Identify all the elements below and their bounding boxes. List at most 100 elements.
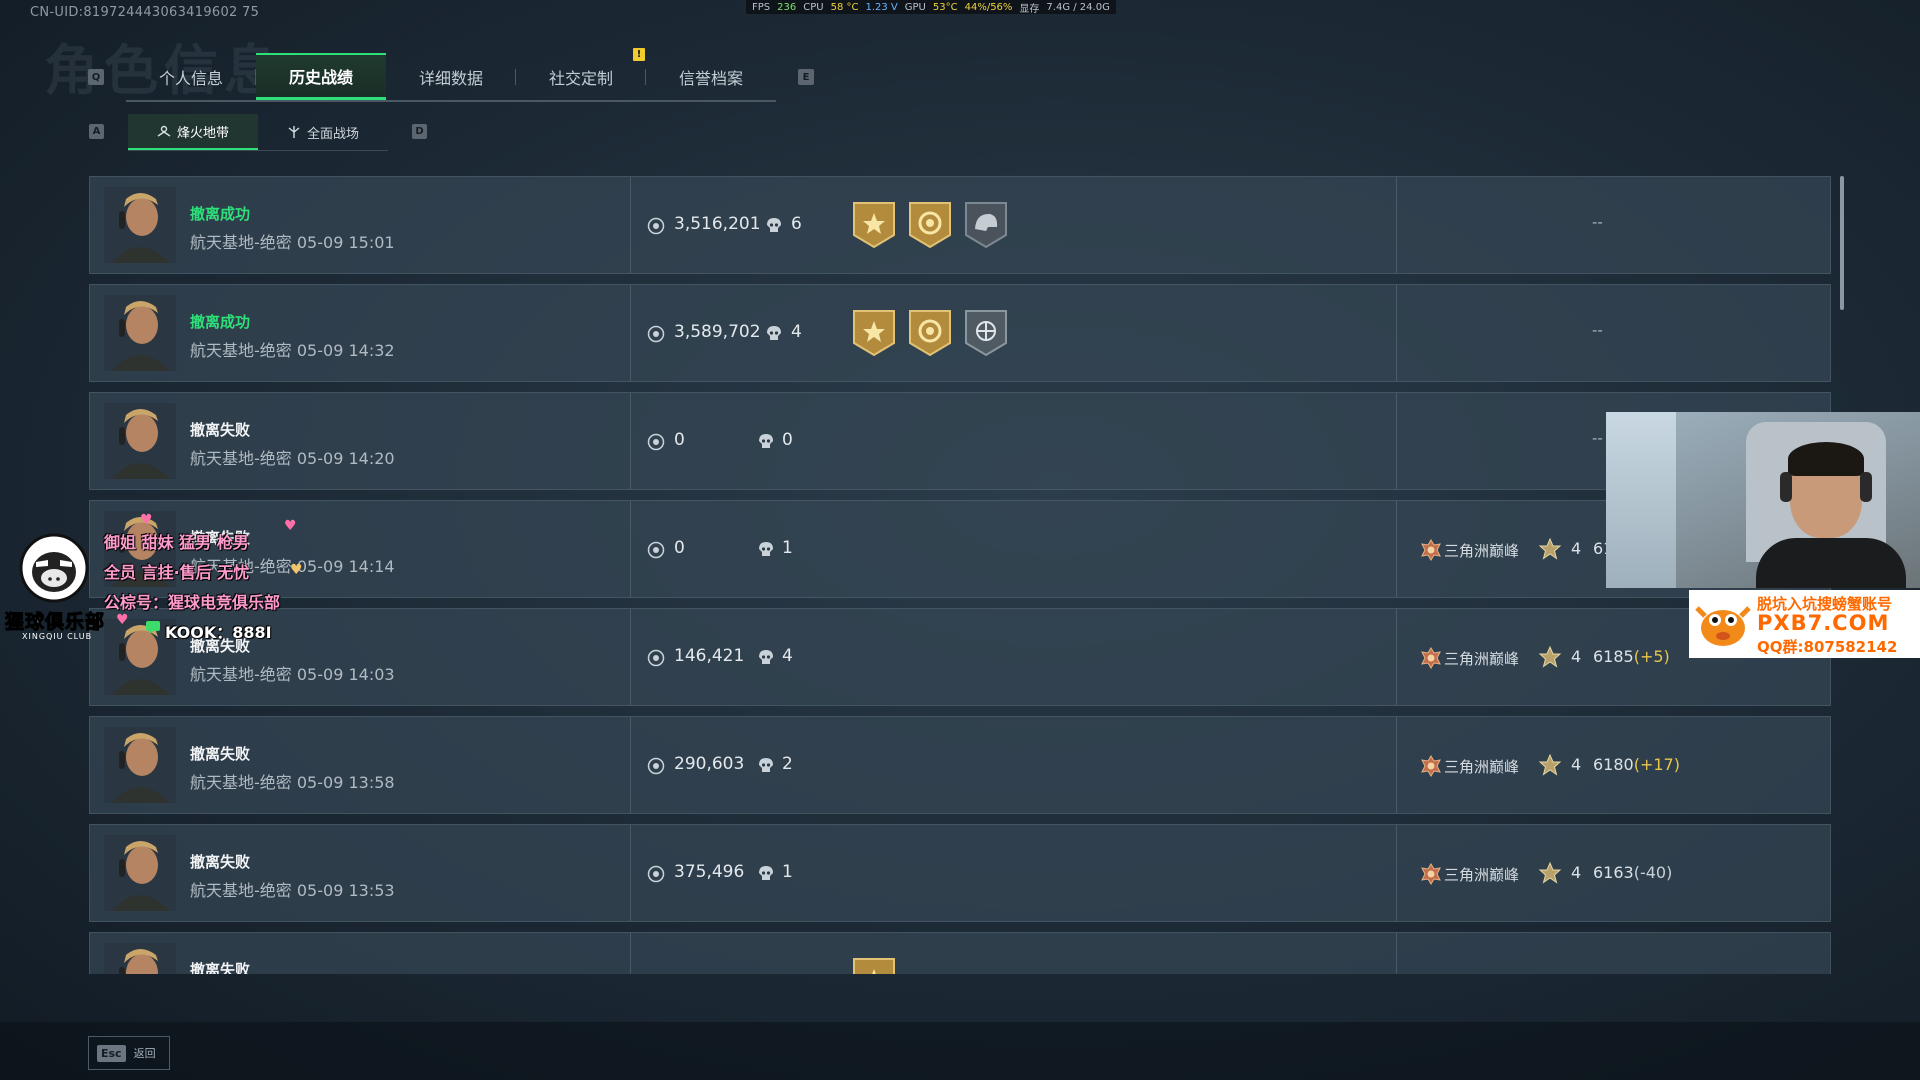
match-row[interactable]: 撤离失败 航天基地-绝密 05-09 14:14 0 1 三角洲巅峰 4 61 xyxy=(89,500,1831,598)
star-icon xyxy=(1538,537,1562,560)
tab-personal-info[interactable]: 个人信息 xyxy=(126,53,256,100)
tab-label: 信誉档案 xyxy=(678,68,743,88)
rank-score-line: 6163(-40) xyxy=(1593,863,1672,882)
rank-change: -- xyxy=(1592,213,1603,231)
list-scrollbar[interactable] xyxy=(1840,176,1844,310)
rank-name: 三角洲巅峰 xyxy=(1444,758,1520,776)
match-status: 撤离成功 xyxy=(190,205,251,223)
tab-label: 详细数据 xyxy=(418,68,483,88)
rank-level: 4 xyxy=(1571,647,1582,666)
match-map: 航天基地-绝密 xyxy=(190,773,292,792)
rank-score: 6163 xyxy=(1593,863,1634,882)
rank-emblem-icon xyxy=(1421,539,1441,561)
match-row[interactable]: 撤离失败 航天基地-绝密 05-09 13:53 375,496 1 三角洲巅峰… xyxy=(89,824,1831,922)
tab-label: 历史战绩 xyxy=(288,68,353,87)
notification-badge: ! xyxy=(633,48,645,61)
match-meta: 航天基地-绝密 05-09 13:58 xyxy=(190,769,395,793)
subtab-next-key[interactable]: D xyxy=(412,124,427,139)
match-row[interactable]: 撤离成功 航天基地-绝密 05-09 15:01 3,516,201 6 -- xyxy=(89,176,1831,274)
tab-detailed-data[interactable]: 详细数据 xyxy=(386,53,516,100)
chat-icon xyxy=(146,621,160,634)
gpu-temp: 53°C xyxy=(932,1,958,13)
mem-label: 显存 xyxy=(1019,3,1040,15)
operator-portrait xyxy=(104,187,176,263)
cpu-temp: 58 °C xyxy=(830,1,859,13)
match-map: 航天基地-绝密 xyxy=(190,449,292,468)
back-label: 返回 xyxy=(133,1047,156,1060)
mem-value: 7.4G / 24.0G xyxy=(1046,1,1110,13)
club-logo-subtext: XINGQIU CLUB xyxy=(22,632,93,641)
match-time: 05-09 13:53 xyxy=(296,881,395,900)
fps-label: FPS xyxy=(752,1,771,13)
operator-portrait xyxy=(104,295,176,371)
rank-delta: (+17) xyxy=(1633,755,1680,774)
rank-name: 三角洲巅峰 xyxy=(1444,542,1520,560)
gray-target-medal-icon xyxy=(965,310,1007,357)
match-time: 05-09 14:03 xyxy=(296,665,395,684)
tab-next-key[interactable]: E xyxy=(798,69,814,85)
match-row[interactable]: 撤离失败 航天基地-绝密 05-09 14:20 0 0 -- xyxy=(89,392,1831,490)
match-value: 3,589,702 xyxy=(674,322,761,342)
hazard-zone-icon xyxy=(157,125,171,137)
operator-portrait xyxy=(104,835,176,911)
match-status: 撤离失败 xyxy=(190,421,251,439)
match-kills: 1 xyxy=(782,862,793,882)
gold-coin-medal-icon xyxy=(909,202,951,249)
rank-name: 三角洲巅峰 xyxy=(1444,866,1520,884)
match-status: 撤离失败 xyxy=(190,745,251,763)
cpu-label: CPU xyxy=(803,1,824,13)
match-meta: 航天基地-绝密 05-09 15:01 xyxy=(190,229,395,253)
match-map: 航天基地-绝密 xyxy=(190,233,292,252)
rank-emblem-icon xyxy=(1421,863,1441,885)
match-value: 290,603 xyxy=(674,754,745,774)
operator-portrait xyxy=(104,943,176,974)
match-kills: 2 xyxy=(782,754,793,774)
tab-prev-key[interactable]: Q xyxy=(88,69,104,85)
tab-label: 个人信息 xyxy=(158,68,223,88)
rank-change: -- xyxy=(1592,321,1603,339)
fps-value: 236 xyxy=(777,1,797,13)
battlefield-icon xyxy=(288,126,300,138)
rank-emblem-icon xyxy=(1421,755,1441,777)
rank-level: 4 xyxy=(1571,755,1582,774)
club-logo-text: 猩球俱乐部 xyxy=(4,611,106,634)
mode-tabs: 烽火地带 全面战场 xyxy=(128,114,388,151)
match-kills: 4 xyxy=(791,322,802,342)
match-time: 05-09 15:01 xyxy=(296,233,395,252)
rank-score: 6185 xyxy=(1593,647,1634,666)
star-icon xyxy=(1538,645,1562,668)
heart-icon: ♥ xyxy=(290,562,303,578)
tab-reputation[interactable]: 信誉档案 xyxy=(646,53,776,100)
operator-portrait xyxy=(104,727,176,803)
match-value: 0 xyxy=(674,538,685,558)
tab-history[interactable]: 历史战绩 xyxy=(256,53,386,100)
rank-score: 6180 xyxy=(1593,755,1634,774)
ad-line-3: QQ群:807582142 xyxy=(1757,638,1898,656)
subtab-full-battlefield[interactable]: 全面战场 xyxy=(258,114,388,150)
tab-social[interactable]: 社交定制 xyxy=(516,53,646,100)
rank-change: -- xyxy=(1592,429,1603,447)
promo-line: KOOK：888I xyxy=(165,623,272,642)
esc-key: Esc xyxy=(97,1044,126,1062)
value-icon xyxy=(647,325,665,343)
operator-portrait xyxy=(104,403,176,479)
rank-score-line: 6185(+5) xyxy=(1593,647,1670,666)
value-icon xyxy=(647,865,665,883)
match-row[interactable]: 撤离失败 xyxy=(89,932,1831,974)
performance-overlay: FPS 236 CPU 58 °C 1.23 V GPU 53°C 44%/56… xyxy=(746,0,1116,15)
match-kills: 6 xyxy=(791,214,802,234)
tab-label: 社交定制 xyxy=(548,68,613,88)
rank-level: 4 xyxy=(1571,863,1582,882)
match-map: 航天基地-绝密 xyxy=(190,341,292,360)
match-row[interactable]: 撤离失败 航天基地-绝密 05-09 14:03 146,421 4 三角洲巅峰… xyxy=(89,608,1831,706)
subtab-hazard-zone[interactable]: 烽火地带 xyxy=(128,114,258,150)
back-button[interactable]: Esc 返回 xyxy=(88,1036,170,1070)
gold-coin-medal-icon xyxy=(909,310,951,357)
match-row[interactable]: 撤离失败 航天基地-绝密 05-09 13:58 290,603 2 三角洲巅峰… xyxy=(89,716,1831,814)
match-row[interactable]: 撤离成功 航天基地-绝密 05-09 14:32 3,589,702 4 -- xyxy=(89,284,1831,382)
subtab-prev-key[interactable]: A xyxy=(89,124,104,139)
user-uid: CN-UID:819724443063419602 75 xyxy=(30,5,260,20)
gold-star-medal-icon xyxy=(853,202,895,249)
gpu-load: 44%/56% xyxy=(964,1,1013,13)
match-map: 航天基地-绝密 xyxy=(190,881,292,900)
